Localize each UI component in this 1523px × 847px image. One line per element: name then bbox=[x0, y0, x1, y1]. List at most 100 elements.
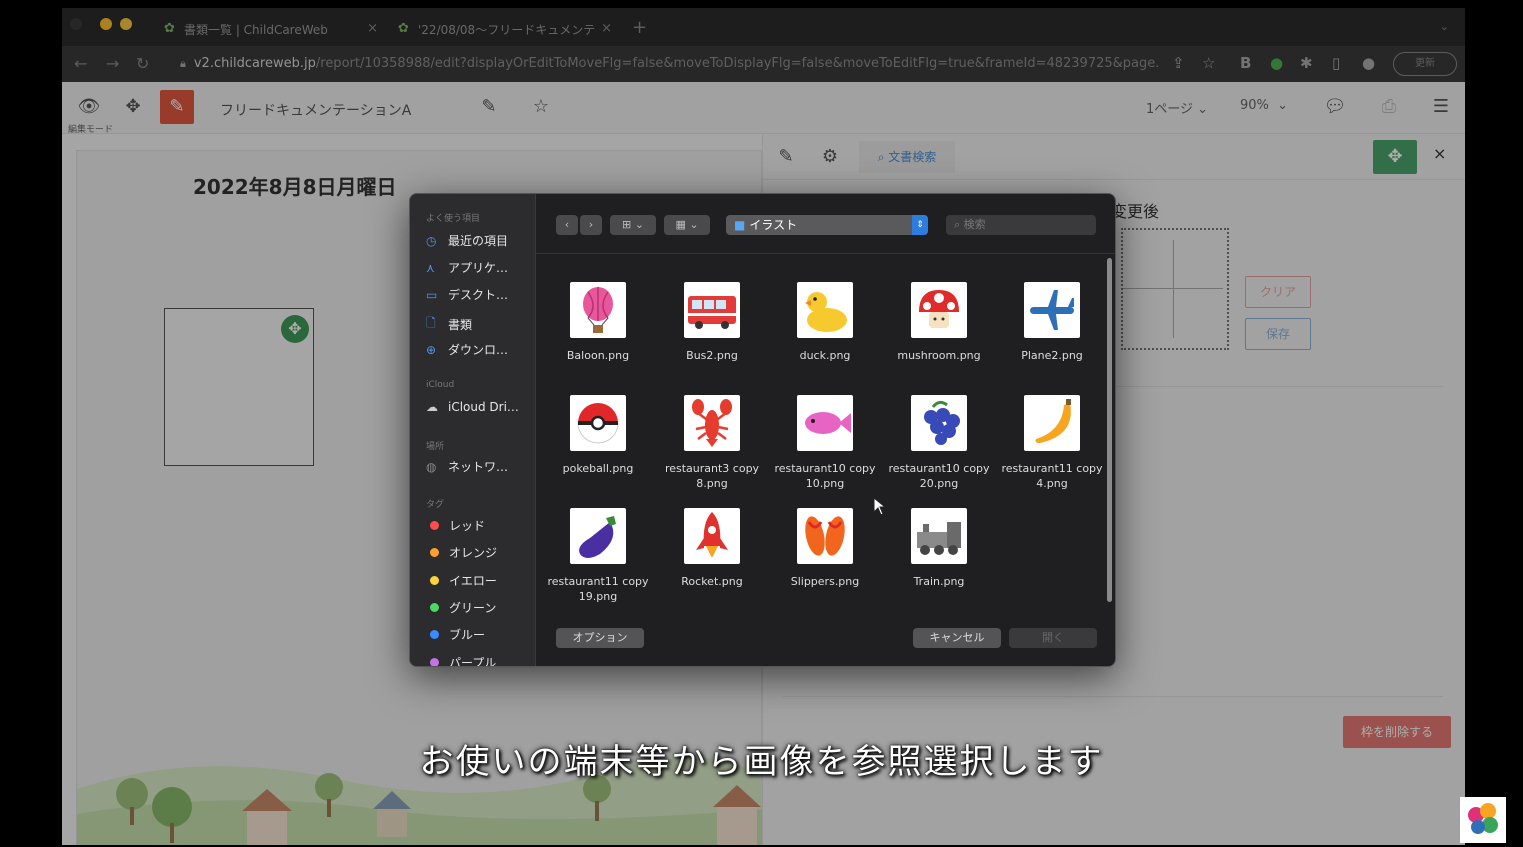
file-item[interactable]: restaurant3 copy 8.png bbox=[656, 395, 768, 491]
rocket-icon bbox=[684, 508, 740, 564]
file-name: Baloon.png bbox=[566, 349, 630, 362]
group-button[interactable]: ▦ ⌄ bbox=[664, 215, 710, 235]
sidebar-item-network[interactable]: ◍ ネットワ… bbox=[426, 458, 508, 475]
updown-chevron-icon: ⇕ bbox=[912, 215, 928, 235]
sidebar-tag-orange[interactable]: オレンジ bbox=[426, 544, 497, 561]
eggplant-icon bbox=[570, 508, 626, 564]
sidebar-tag-green[interactable]: グリーン bbox=[426, 599, 496, 616]
tags-header: タグ bbox=[426, 500, 445, 510]
file-name: restaurant3 copy 8.png bbox=[664, 462, 760, 490]
sidebar-item-label: 最近の項目 bbox=[448, 234, 509, 248]
icloud-header: iCloud bbox=[426, 380, 455, 390]
favorites-header: よく使う項目 bbox=[426, 214, 481, 224]
file-name: restaurant10 copy 20.png bbox=[888, 462, 990, 490]
folder-popup[interactable]: ■ イラスト ⇕ bbox=[726, 215, 928, 235]
search-icon: ⌕ bbox=[954, 218, 961, 231]
sidebar-item-label: ダウンロ… bbox=[448, 343, 509, 357]
subtitle-caption: お使いの端末等から画像を参照選択します bbox=[419, 742, 1104, 782]
scrollbar[interactable] bbox=[1107, 258, 1112, 602]
desktop-icon: ▭ bbox=[426, 287, 438, 302]
file-item[interactable]: restaurant11 copy 19.png bbox=[542, 508, 654, 604]
file-item[interactable]: Plane2.png bbox=[996, 282, 1108, 363]
sidebar-item-applications[interactable]: ⋏ アプリケ… bbox=[426, 259, 508, 276]
tag-dot bbox=[430, 603, 439, 612]
download-icon: ⊕ bbox=[426, 342, 437, 357]
sidebar-item-label: レッド bbox=[449, 519, 486, 533]
bus-icon bbox=[684, 282, 740, 338]
sidebar-item-label: アプリケ… bbox=[448, 261, 509, 275]
tag-dot bbox=[430, 630, 439, 639]
sidebar-item-label: デスクト… bbox=[448, 288, 509, 302]
file-name: mushroom.png bbox=[897, 349, 981, 362]
sidebar-tag-red[interactable]: レッド bbox=[426, 517, 485, 534]
file-item[interactable]: duck.png bbox=[769, 282, 881, 363]
sidebar-item-label: iCloud Dri… bbox=[448, 400, 519, 414]
file-name: Rocket.png bbox=[681, 575, 743, 588]
tag-dot bbox=[430, 548, 439, 557]
search-placeholder: 検索 bbox=[963, 218, 986, 231]
mouse-cursor-icon bbox=[873, 497, 887, 516]
duck-icon bbox=[797, 282, 853, 338]
document-icon: 🗋︎ bbox=[426, 316, 436, 330]
file-item[interactable]: Slippers.png bbox=[769, 508, 881, 589]
sidebar-tag-purple[interactable]: パープル bbox=[426, 654, 497, 667]
sidebar-tag-blue[interactable]: ブルー bbox=[426, 626, 485, 643]
sidebar-item-label: 書類 bbox=[448, 318, 473, 332]
sidebar-item-label: ネットワ… bbox=[448, 460, 509, 474]
pokeball-icon bbox=[570, 395, 626, 451]
file-item[interactable]: Train.png bbox=[883, 508, 995, 589]
balloon-icon bbox=[570, 282, 626, 338]
apps-icon: ⋏ bbox=[426, 260, 435, 275]
file-name: restaurant10 copy 10.png bbox=[774, 462, 876, 490]
file-name: restaurant11 copy 19.png bbox=[547, 575, 649, 603]
folder-icon: ■ bbox=[734, 218, 746, 232]
folder-name: イラスト bbox=[749, 218, 798, 232]
clock-icon: ◷ bbox=[426, 233, 437, 248]
open-button[interactable]: 開く bbox=[1009, 628, 1097, 648]
dialog-toolbar: ‹ › ⊞ ⌄ ▦ ⌄ ■ イラスト ⇕ ⌕ 検索 bbox=[536, 194, 1115, 254]
cancel-button[interactable]: キャンセル bbox=[913, 628, 1001, 648]
lobster-icon bbox=[684, 395, 740, 451]
forward-chevron-icon[interactable]: › bbox=[580, 215, 602, 235]
file-grid: Baloon.png Bus2.png duck.png mushroom.pn… bbox=[536, 254, 1106, 614]
sidebar-item-recents[interactable]: ◷ 最近の項目 bbox=[426, 232, 508, 249]
cloud-icon: ☁︎ bbox=[426, 400, 438, 414]
sidebar-item-label: イエロー bbox=[449, 574, 497, 588]
train-icon bbox=[911, 508, 967, 564]
file-name: Bus2.png bbox=[686, 349, 738, 362]
file-item[interactable]: Bus2.png bbox=[656, 282, 768, 363]
banana-icon bbox=[1024, 395, 1080, 451]
plane-icon bbox=[1024, 282, 1080, 338]
sidebar-item-label: オレンジ bbox=[449, 546, 498, 560]
grapes-icon bbox=[911, 395, 967, 451]
locations-header: 場所 bbox=[426, 442, 445, 452]
file-item[interactable]: Rocket.png bbox=[656, 508, 768, 589]
file-item[interactable]: mushroom.png bbox=[883, 282, 995, 363]
slippers-icon bbox=[797, 508, 853, 564]
sidebar-item-desktop[interactable]: ▭ デスクト… bbox=[426, 286, 508, 303]
dialog-search-field[interactable]: ⌕ 検索 bbox=[946, 215, 1096, 235]
tag-dot bbox=[430, 576, 439, 585]
file-open-dialog: よく使う項目 ◷ 最近の項目 ⋏ アプリケ… ▭ デスクト… 🗋︎ 書類 ⊕ ダウンロ… … bbox=[409, 193, 1116, 667]
sidebar-item-documents[interactable]: 🗋︎ 書類 bbox=[426, 314, 472, 335]
view-icons-button[interactable]: ⊞ ⌄ bbox=[610, 215, 656, 235]
sidebar-item-downloads[interactable]: ⊕ ダウンロ… bbox=[426, 341, 508, 358]
network-icon: ◍ bbox=[426, 459, 437, 474]
sidebar-item-icloud-drive[interactable]: ☁︎ iCloud Dri… bbox=[426, 400, 519, 414]
sidebar-item-label: ブルー bbox=[449, 628, 486, 642]
file-name: Plane2.png bbox=[1021, 349, 1083, 362]
mushroom-icon bbox=[911, 282, 967, 338]
channel-logo bbox=[1460, 797, 1506, 843]
file-item[interactable]: Baloon.png bbox=[542, 282, 654, 363]
tag-dot bbox=[430, 521, 439, 530]
file-item[interactable]: restaurant10 copy 10.png bbox=[769, 395, 881, 491]
back-chevron-icon[interactable]: ‹ bbox=[556, 215, 578, 235]
sidebar-tag-yellow[interactable]: イエロー bbox=[426, 572, 497, 589]
file-item[interactable]: restaurant11 copy 4.png bbox=[996, 395, 1108, 491]
file-item[interactable]: pokeball.png bbox=[542, 395, 654, 476]
sidebar-item-label: グリーン bbox=[449, 601, 497, 615]
options-button[interactable]: オプション bbox=[556, 628, 644, 648]
fish-icon bbox=[797, 395, 853, 451]
file-item[interactable]: restaurant10 copy 20.png bbox=[883, 395, 995, 491]
sidebar-item-label: パープル bbox=[449, 656, 497, 667]
